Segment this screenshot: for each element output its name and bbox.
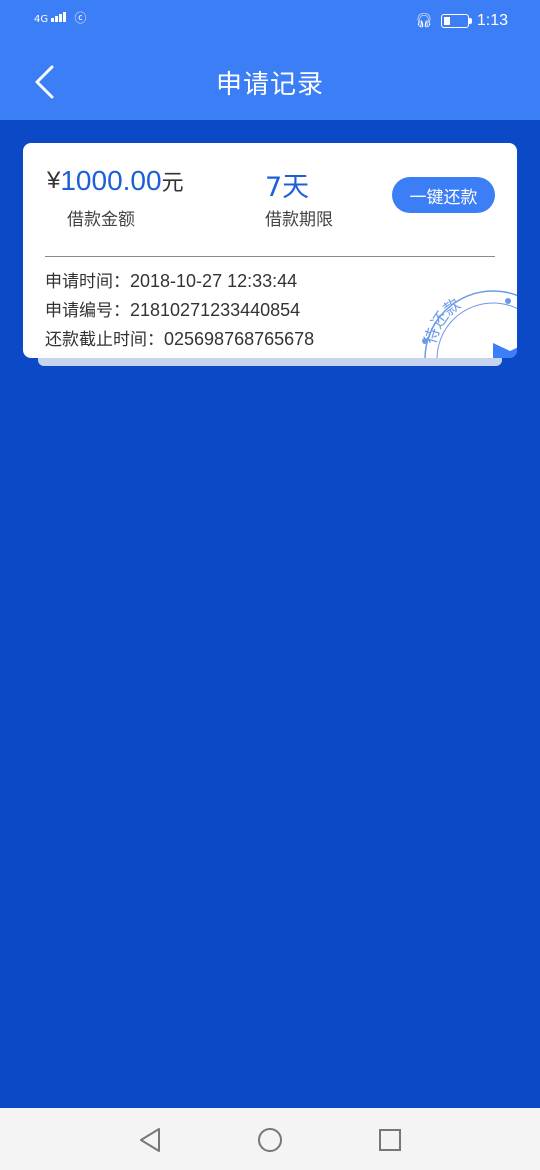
app-header: 申请记录 (0, 44, 540, 120)
triangle-back-icon (140, 1128, 160, 1152)
apply-time-label: 申请时间： (45, 272, 130, 292)
one-click-repay-button[interactable]: 一键还款 (392, 177, 495, 213)
battery-icon (440, 14, 472, 28)
amount-unit: 元 (161, 170, 184, 195)
apply-number-row: 申请编号：21810271233440854 (45, 296, 300, 321)
loan-record-card[interactable]: ¥1000.00元 借款金额 7天 借款期限 一键还款 申请时间：2018-10… (23, 143, 517, 358)
signal-indicator: 4G ⓒ (34, 12, 87, 25)
amount-label: 借款金额 (67, 210, 135, 230)
loan-amount: ¥1000.00元 (47, 165, 184, 197)
square-recents-icon (379, 1129, 401, 1151)
clock: 1:13 (476, 12, 508, 29)
app-notification-icon: ⓒ (74, 11, 87, 25)
currency-symbol: ¥ (47, 167, 61, 194)
nav-recents-button[interactable] (374, 1124, 406, 1156)
headphone-icon: 🎧︎ (415, 13, 433, 29)
apply-time-value: 2018-10-27 12:33:44 (130, 271, 298, 291)
pending-repayment-stamp: 待还款 (421, 290, 517, 358)
apply-number-value: 21810271233440854 (130, 300, 301, 320)
svg-text:待还款: 待还款 (421, 294, 464, 346)
deadline-value: 025698768765678 (164, 329, 315, 349)
circle-home-icon (258, 1128, 282, 1152)
divider (45, 256, 495, 257)
apply-number-label: 申请编号： (45, 301, 130, 321)
deadline-row: 还款截止时间：025698768765678 (45, 325, 314, 350)
amount-value: 1000.00 (60, 165, 162, 196)
status-bar: 4G ⓒ 🎧︎ 1:13 (0, 0, 540, 44)
deadline-label: 还款截止时间： (45, 330, 164, 350)
stamp-text: 待还款 (421, 294, 464, 346)
page-title: 申请记录 (215, 70, 324, 100)
loan-term: 7天 (265, 172, 310, 203)
nav-home-button[interactable] (254, 1124, 286, 1156)
system-navigation-bar (0, 1108, 540, 1170)
term-label: 借款期限 (265, 210, 333, 230)
apply-time-row: 申请时间：2018-10-27 12:33:44 (45, 267, 297, 292)
nav-back-button[interactable] (134, 1124, 166, 1156)
signal-bars-icon (51, 12, 67, 25)
network-type: 4G (34, 14, 49, 25)
